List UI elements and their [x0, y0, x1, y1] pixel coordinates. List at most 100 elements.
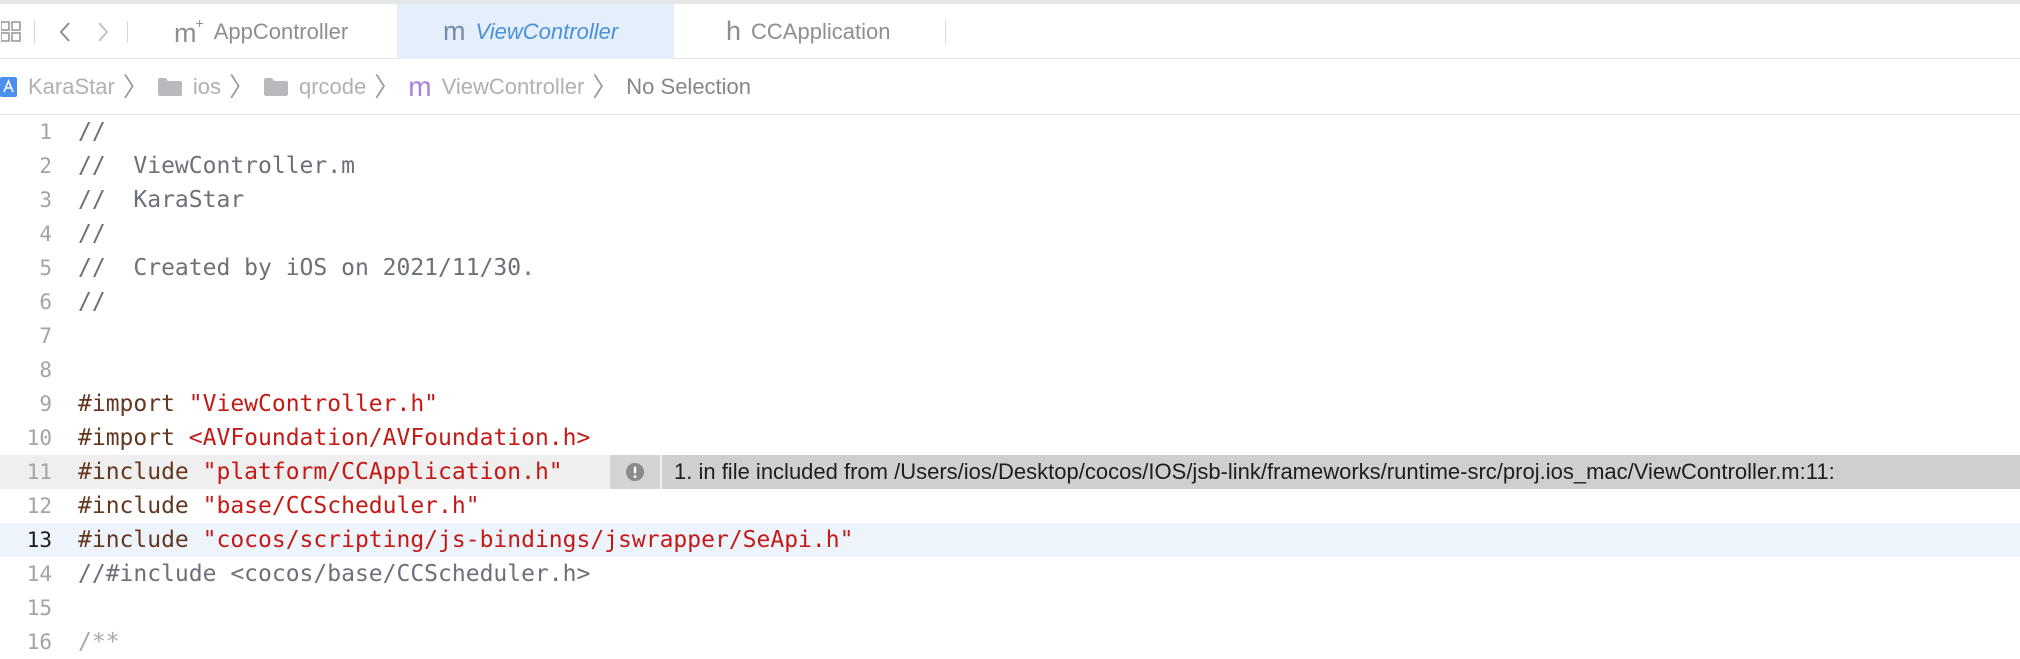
code-token: "ViewController.h" — [188, 391, 439, 417]
header-h-file-icon: h — [726, 16, 742, 46]
code-token: <AVFoundation/AVFoundation.h> — [188, 425, 591, 451]
line-number: 12 — [26, 494, 52, 518]
code-text: //#include <cocos/base/CCScheduler.h> — [78, 557, 590, 591]
code-text: #import <AVFoundation/AVFoundation.h> — [78, 421, 590, 455]
code-text: // — [78, 115, 106, 149]
chevron-right-icon: 〉 — [374, 71, 401, 102]
tab-label: ViewController — [475, 18, 619, 44]
line-number: 16 — [26, 630, 52, 654]
breadcrumb-item-no-selection[interactable]: No Selection — [626, 74, 751, 100]
code-line[interactable]: 15 — [0, 591, 2020, 625]
code-token: // KaraStar — [78, 187, 245, 213]
code-line[interactable]: 12 #include "base/CCScheduler.h" — [0, 489, 2020, 523]
objc-m-file-icon: m+ — [174, 14, 204, 48]
code-line[interactable]: 10 #import <AVFoundation/AVFoundation.h> — [0, 421, 2020, 455]
tab-label: CCApplication — [751, 18, 891, 44]
code-text: #include "base/CCScheduler.h" — [78, 489, 480, 523]
code-token: // — [78, 221, 106, 247]
objc-m-file-icon: m — [408, 70, 432, 102]
code-line[interactable]: 3 // KaraStar — [0, 183, 2020, 217]
breadcrumb-label: ViewController — [441, 73, 585, 99]
code-text: #include "platform/CCApplication.h" — [78, 455, 563, 489]
app-project-icon — [0, 76, 18, 98]
line-number: 8 — [39, 358, 52, 382]
code-token: #include — [78, 527, 203, 553]
code-token: //#include <cocos/base/CCScheduler.h> — [78, 561, 591, 587]
line-number: 10 — [26, 426, 52, 450]
breadcrumb: KaraStar 〉 ios 〉 qrcode 〉 m ViewControll… — [0, 59, 2020, 115]
code-line[interactable]: 14 //#include <cocos/base/CCScheduler.h> — [0, 557, 2020, 591]
line-number: 2 — [39, 154, 52, 178]
code-line[interactable]: 4 // — [0, 217, 2020, 251]
code-line[interactable]: 2 // ViewController.m — [0, 149, 2020, 183]
code-text: // ViewController.m — [78, 149, 355, 183]
line-number: 5 — [39, 256, 52, 280]
tab-ccapplication[interactable]: h CCApplication — [674, 4, 946, 59]
folder-icon — [263, 77, 289, 97]
objc-m-file-icon: m — [443, 16, 466, 46]
line-number: 7 — [39, 324, 52, 348]
toolbar-separator — [34, 21, 35, 43]
breadcrumb-item-project[interactable]: KaraStar 〉 — [0, 74, 157, 100]
chevron-right-icon: 〉 — [122, 71, 149, 102]
line-number: 1 — [39, 120, 52, 144]
exclamation-circle-icon[interactable] — [610, 455, 660, 489]
code-token: "base/CCScheduler.h" — [202, 493, 480, 519]
code-text: /** — [78, 625, 120, 659]
inline-issue-banner[interactable]: 1. in file included from /Users/ios/Desk… — [610, 455, 2020, 489]
breadcrumb-item-viewcontroller[interactable]: m ViewController 〉 — [408, 71, 626, 103]
code-line[interactable]: 16 /** — [0, 625, 2020, 659]
line-number: 3 — [39, 188, 52, 212]
folder-icon — [157, 77, 183, 97]
line-number: 15 — [26, 596, 52, 620]
line-number: 9 — [39, 392, 52, 416]
chevron-left-icon[interactable] — [52, 4, 78, 59]
breadcrumb-item-qrcode[interactable]: qrcode 〉 — [263, 74, 408, 100]
code-token: "platform/CCApplication.h" — [202, 459, 563, 485]
code-line[interactable]: 1 // — [0, 115, 2020, 149]
code-line[interactable]: 7 — [0, 319, 2020, 353]
issue-message[interactable]: 1. in file included from /Users/ios/Desk… — [662, 455, 2020, 489]
chevron-right-icon: 〉 — [592, 71, 619, 102]
code-text: // KaraStar — [78, 183, 244, 217]
code-text: // — [78, 285, 106, 319]
toolbar-separator — [127, 21, 128, 43]
breadcrumb-item-ios[interactable]: ios 〉 — [157, 74, 263, 100]
code-line[interactable]: 9 #import "ViewController.h" — [0, 387, 2020, 421]
breadcrumb-label: ios — [192, 73, 221, 99]
line-number: 4 — [39, 222, 52, 246]
code-line[interactable]: 6 // — [0, 285, 2020, 319]
line-number: 6 — [39, 290, 52, 314]
code-text: // — [78, 217, 106, 251]
code-line[interactable]: 13 #include "cocos/scripting/js-bindings/… — [0, 523, 2020, 557]
tab-viewcontroller[interactable]: m ViewController — [397, 4, 674, 59]
code-token: "cocos/scripting/js-bindings/jswrapper/S… — [202, 527, 854, 553]
chevron-right-icon[interactable] — [90, 4, 116, 59]
related-items-grid-icon[interactable] — [0, 4, 22, 59]
line-number: 11 — [26, 460, 52, 484]
code-token: #import — [78, 391, 189, 417]
code-token: // — [78, 289, 106, 315]
code-token: #import — [78, 425, 189, 451]
tab-separator — [945, 21, 946, 43]
code-token: #include — [78, 459, 203, 485]
code-token: /** — [78, 629, 120, 655]
code-token: // ViewController.m — [78, 153, 355, 179]
chevron-right-icon: 〉 — [228, 71, 255, 102]
code-line[interactable]: 11 #include "platform/CCApplication.h" 1. … — [0, 455, 2020, 489]
tab-appcontroller[interactable]: m+ AppController — [150, 4, 397, 59]
code-text: #import "ViewController.h" — [78, 387, 438, 421]
code-text: // Created by iOS on 2021/11/30. — [78, 251, 535, 285]
editor-tab-bar: m+ AppController m ViewController h CCAp… — [0, 0, 2020, 59]
line-number: 13 — [26, 528, 52, 552]
code-line[interactable]: 5 // Created by iOS on 2021/11/30. — [0, 251, 2020, 285]
code-line[interactable]: 8 — [0, 353, 2020, 387]
line-number: 14 — [26, 562, 52, 586]
breadcrumb-label: qrcode — [298, 73, 367, 99]
breadcrumb-label: No Selection — [626, 73, 752, 99]
code-token: // Created by iOS on 2021/11/30. — [78, 255, 535, 281]
code-token: #include — [78, 493, 203, 519]
code-text: #include "cocos/scripting/js-bindings/js… — [78, 523, 853, 557]
source-editor[interactable]: 1 // 2 // ViewController.m 3 // KaraStar 4 // 5 /… — [0, 115, 2020, 655]
code-token: // — [78, 119, 106, 145]
